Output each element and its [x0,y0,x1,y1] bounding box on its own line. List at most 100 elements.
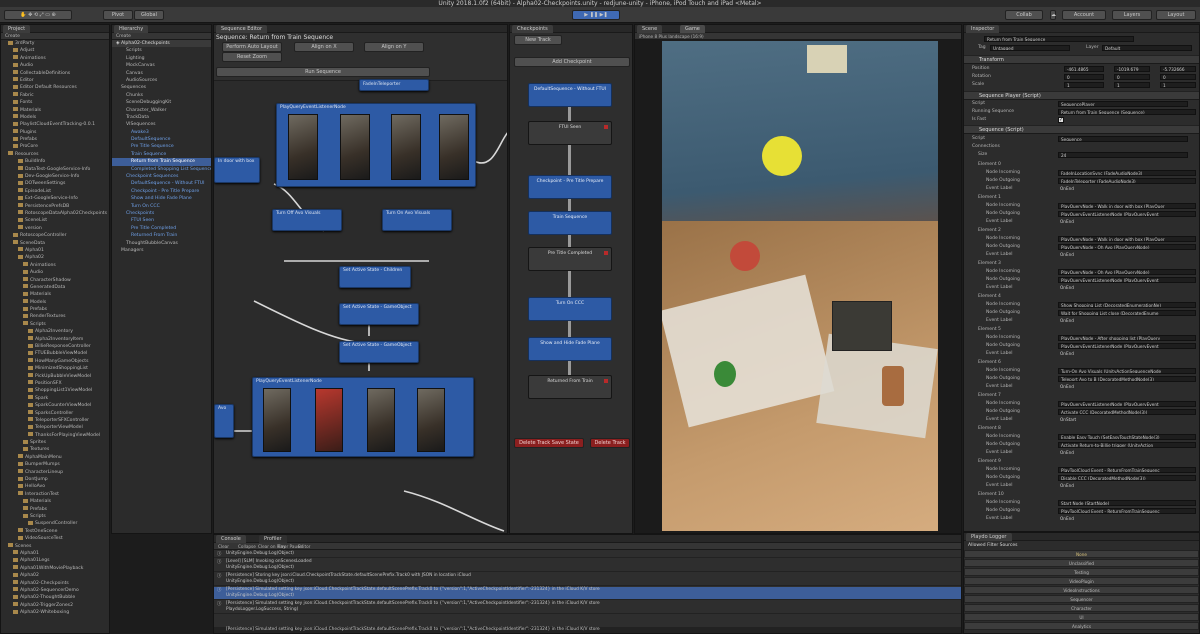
layout-dropdown[interactable]: Layout [1156,10,1196,20]
element-field-value[interactable]: PlayQueryNode - Walk in door with box (P… [1058,236,1196,242]
scale-z[interactable]: 1 [1160,82,1196,88]
project-item[interactable]: Editor [1,77,109,84]
project-item[interactable]: Materials [1,498,109,505]
sequence-player-header[interactable]: Sequence Player (Script) [964,91,1199,100]
hierarchy-item[interactable]: TrackData [112,114,211,121]
project-item[interactable]: Alpha01Legs [1,557,109,564]
project-item[interactable]: PersistencePrefsDB [1,203,109,210]
scene-header[interactable]: ◈ Alpha02-Checkpoints [112,40,211,48]
reset-zoom-button[interactable]: Reset Zoom [222,52,282,62]
hierarchy-item[interactable]: ThoughtBubbleCanvas [112,240,211,247]
element-field-value[interactable]: Turn-On Avo Visuals (UnityActionSequence… [1058,368,1196,374]
align-y-button[interactable]: Align on Y [364,42,424,52]
transform-tools[interactable]: ✋ ✥ ⟲ ⤢ ▭ ⊕ [4,10,72,20]
node-fade-in-teleporter[interactable]: FadeInTeleporter [359,79,429,91]
hierarchy-item[interactable]: Sequences [112,84,211,91]
project-item[interactable]: GeneratedData [1,284,109,291]
project-item[interactable]: 3rdParty [1,40,109,47]
align-x-button[interactable]: Align on X [294,42,354,52]
element-foldout[interactable]: Element 4 [978,293,1001,301]
element-foldout[interactable]: Element 5 [978,326,1001,334]
element-field-value[interactable]: Enable Easy Touch (SetEasyTouchStateNode… [1058,434,1196,440]
element-field-value[interactable]: PlayQueryNode - After shopping list (Pla… [1058,335,1196,341]
filter-source-button[interactable]: VideoPlugin [964,577,1199,585]
project-item[interactable]: Alpha02 [1,254,109,261]
rotation-x[interactable]: 0 [1064,74,1104,80]
project-item[interactable]: HowManyGameObjects [1,358,109,365]
project-item[interactable]: Alpha02-SequencerDemo [1,587,109,594]
filter-source-button[interactable]: Unclassified [964,559,1199,567]
hierarchy-item[interactable]: DefaultSequence [112,136,211,143]
project-item[interactable]: Alpha01 [1,247,109,254]
project-item[interactable]: Alpha2InventoryItem [1,336,109,343]
project-item[interactable]: Alpha02-Checkpoints [1,580,109,587]
hierarchy-item[interactable]: Show and Hide Fade Plane [112,195,211,202]
element-field-value[interactable]: FadeInLocationSync (FadeAudioNode3) [1058,170,1196,176]
checkpoint-item[interactable]: Turn On CCC [528,297,612,321]
seq-script-field[interactable]: Sequence [1058,136,1188,142]
hierarchy-item[interactable]: DefaultSequence - Without FTUI [112,180,211,187]
project-item[interactable]: SparksController [1,410,109,417]
project-item[interactable]: CharacterLineup [1,469,109,476]
node-set-active-gameobject-1[interactable]: Set Active State - GameObject [339,303,419,325]
filter-source-button[interactable]: UI [964,613,1199,621]
element-field-value[interactable]: OnEnd [1058,285,1118,291]
project-item[interactable]: Textures [1,446,109,453]
hierarchy-item[interactable]: Pre Title Completed [112,225,211,232]
filter-source-button[interactable]: VideoInstructions [964,586,1199,594]
project-item[interactable]: PickUpBubbleViewModel [1,373,109,380]
console-entry[interactable]: [Persistence] Simulated setting key json… [214,601,961,614]
element-field-value[interactable]: OnStart [1058,417,1118,423]
element-field-value[interactable]: PlayQueryEventListenerNode (PlayQueryEve… [1058,401,1196,407]
is-fast-checkbox[interactable]: ✓ [1058,117,1064,123]
hierarchy-item[interactable]: Train Sequence [112,151,211,158]
element-foldout[interactable]: Element 8 [978,425,1001,433]
project-item[interactable]: Adjust [1,47,109,54]
element-field-value[interactable]: OnEnd [1058,351,1118,357]
checkpoint-item[interactable]: Pre Title Completed [528,247,612,271]
project-item[interactable]: Alpha01WithMoviePlayback [1,565,109,572]
project-item[interactable]: TestOneScene [1,528,109,535]
project-item[interactable]: Audio [1,62,109,69]
project-item[interactable]: Alpha02-TriggerZones2 [1,602,109,609]
tab-console[interactable]: Console [216,535,246,543]
rotation-y[interactable]: 0 [1114,74,1150,80]
hierarchy-item[interactable]: AudioSources [112,77,211,84]
tag-select[interactable]: Untagged [990,45,1070,51]
project-item[interactable]: Models [1,299,109,306]
project-item[interactable]: SuspendController [1,520,109,527]
element-foldout[interactable]: Element 3 [978,260,1001,268]
element-field-value[interactable]: OnEnd [1058,186,1118,192]
project-item[interactable]: DOTweenSettings [1,180,109,187]
project-item[interactable]: Alpha2Inventory [1,328,109,335]
console-entry[interactable]: [Level] [SLM] Invoking onScenesLoaded Uni… [214,559,961,572]
global-toggle[interactable]: Global [134,10,164,20]
hierarchy-item[interactable]: Checkpoints [112,210,211,217]
project-item[interactable]: Spark [1,395,109,402]
element-field-value[interactable]: OnEnd [1058,318,1118,324]
tab-project[interactable]: Project [3,25,31,33]
element-field-value[interactable]: OnEnd [1058,450,1118,456]
project-item[interactable]: RotoscopeController [1,232,109,239]
project-item[interactable]: Alpha02 [1,572,109,579]
position-z[interactable]: -5.732666 [1160,66,1196,72]
project-item[interactable]: Alpha02-ThoughtBubble [1,594,109,601]
element-foldout[interactable]: Element 0 [978,161,1001,169]
checkpoint-item[interactable]: FTUI Seen [528,121,612,145]
hierarchy-create[interactable]: Create [116,34,131,39]
console-toolbar-button[interactable]: Collapse [238,544,256,549]
element-field-value[interactable]: PlayQueryNode - Oh Avo (PlayQueryNode) [1058,244,1196,250]
tab-checkpoints[interactable]: Checkpoints [512,25,553,33]
element-foldout[interactable]: Element 2 [978,227,1001,235]
hierarchy-item[interactable]: VISequences [112,121,211,128]
create-menu[interactable]: Create [5,34,20,39]
hierarchy-item[interactable]: MockCanvas [112,62,211,69]
project-item[interactable]: ShoppingList1ViewModel [1,387,109,394]
hierarchy-item[interactable]: Checkpoint Sequences [112,173,211,180]
project-item[interactable]: TeleporterSFXController [1,417,109,424]
node-set-active-children[interactable]: Set Active State - Children [339,266,411,288]
project-item[interactable]: Scripts [1,321,109,328]
project-item[interactable]: Ext-GoogleService-Info [1,195,109,202]
tab-playdo-logger[interactable]: Playdo Logger [966,533,1012,541]
tab-sequence-editor[interactable]: Sequence Editor [216,25,268,33]
